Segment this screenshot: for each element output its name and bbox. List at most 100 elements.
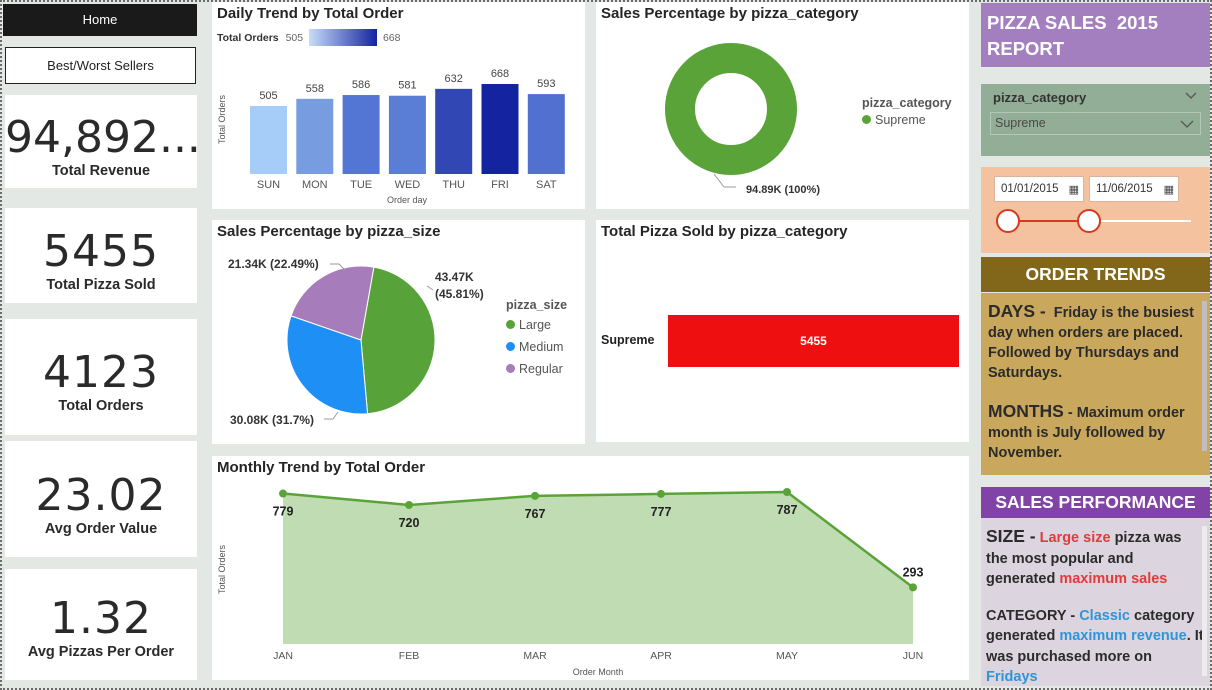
order-trends-text: DAYS - Friday is the busiest day when or… (981, 293, 1210, 475)
legend-item-label: Regular (519, 362, 563, 376)
months-paragraph: MONTHS - Maximum order month is July fol… (988, 401, 1203, 463)
size-pie-chart[interactable]: Sales Percentage by pizza_size 43.47K (4… (212, 220, 585, 444)
data-point-jun[interactable] (909, 583, 917, 592)
x-axis-label: Order day (387, 195, 428, 205)
bar-tue[interactable] (342, 95, 380, 174)
kpi-value: 23.02 (35, 470, 167, 521)
category-label: CATEGORY - (986, 607, 1076, 624)
donut-data-label: 94.89K (100%) (746, 184, 820, 196)
size-paragraph: SIZE - Large size pizza was the most pop… (986, 526, 1205, 590)
bar-data-label: 5455 (800, 334, 827, 348)
scrollbar[interactable] (1202, 301, 1207, 451)
legend-item-medium[interactable]: Medium (506, 340, 567, 354)
legend-dot-icon (862, 115, 871, 124)
kpi-label: Total Pizza Sold (46, 277, 156, 293)
bar-sat[interactable] (527, 94, 565, 174)
bar-data-label: 558 (306, 83, 324, 95)
legend-dot-icon (506, 320, 515, 329)
months-label: MONTHS (988, 401, 1064, 421)
legend-item-label: Supreme (875, 113, 926, 127)
slicer-title: pizza_category (993, 90, 1087, 105)
kpi-label: Avg Pizzas Per Order (27, 644, 175, 660)
data-point-apr[interactable] (657, 489, 665, 498)
kpi-label: Total Revenue (51, 163, 151, 179)
pie-legend: pizza_size Large Medium Regular (506, 298, 567, 376)
pie-label-regular: 21.34K (22.49%) (228, 257, 319, 271)
days-label: DAYS - (988, 301, 1046, 321)
kpi-value: 5455 (43, 226, 159, 277)
legend-title: pizza_size (506, 298, 568, 312)
pie-slice-large[interactable] (360, 266, 436, 415)
point-data-label: 720 (399, 516, 420, 530)
chart-title: Total Pizza Sold by pizza_category (601, 223, 848, 240)
data-point-may[interactable] (783, 488, 791, 496)
monthly-area-svg: Total Orders Order Month 779 JAN 720 FEB 767… (217, 488, 924, 677)
pie-label-large-pct: (45.81%) (435, 287, 484, 301)
bar-thu[interactable] (435, 88, 473, 174)
kpi-label: Total Orders (58, 398, 144, 414)
data-point-mar[interactable] (531, 491, 539, 500)
start-date-input[interactable]: 01/01/2015 ▦ (994, 176, 1084, 202)
sales-performance-heading: SALES PERFORMANCE (981, 487, 1210, 518)
bar-supreme[interactable]: 5455 (668, 315, 959, 367)
data-point-jan[interactable] (279, 489, 287, 498)
x-tick-label: THU (442, 179, 465, 191)
point-data-label: 777 (651, 505, 672, 519)
donut-slice-supreme[interactable] (665, 43, 797, 175)
bar-data-label: 668 (491, 68, 509, 80)
scrollbar[interactable] (1202, 526, 1207, 676)
bar-sun[interactable] (250, 105, 287, 174)
point-data-label: 779 (273, 505, 294, 519)
monthly-trend-chart[interactable]: Monthly Trend by Total Order Total Order… (212, 456, 969, 680)
days-paragraph: DAYS - Friday is the busiest day when or… (988, 301, 1203, 383)
end-date-input[interactable]: 11/06/2015 ▦ (1089, 176, 1179, 202)
x-tick-label: TUE (350, 179, 372, 191)
kpi-avg-pizzas-per-order: 1.32 Avg Pizzas Per Order (5, 569, 197, 680)
legend-item-large[interactable]: Large (506, 318, 567, 332)
leader-line (426, 285, 434, 291)
home-button[interactable]: Home (3, 4, 197, 36)
slicer-dropdown[interactable]: Supreme (990, 112, 1201, 135)
calendar-icon[interactable]: ▦ (1069, 183, 1079, 196)
leader-line (332, 411, 339, 420)
category-highlight: Classic (1079, 607, 1130, 624)
best-worst-sellers-button[interactable]: Best/Worst Sellers (5, 47, 196, 84)
point-data-label: 767 (525, 507, 546, 521)
data-point-feb[interactable] (405, 500, 413, 509)
slicer-selected-value: Supreme (995, 116, 1046, 130)
pie-label-large-value: 43.47K (435, 270, 474, 284)
x-tick-label: JAN (273, 650, 293, 662)
legend-item-regular[interactable]: Regular (506, 362, 567, 376)
y-axis-label: Total Orders (217, 544, 227, 594)
range-start-handle[interactable] (996, 209, 1020, 233)
x-tick-label: SUN (257, 179, 280, 191)
legend-item-supreme[interactable]: Supreme (862, 113, 952, 127)
end-date-value: 11/06/2015 (1096, 183, 1153, 195)
bar-fri[interactable] (481, 84, 519, 174)
point-data-label: 293 (903, 565, 924, 579)
start-date-value: 01/01/2015 (1001, 183, 1059, 195)
category-highlight2: maximum revenue (1059, 628, 1187, 644)
y-axis-label: Total Orders (217, 94, 227, 144)
daily-trend-chart[interactable]: Daily Trend by Total Order Total Orders … (212, 2, 585, 209)
report-title: PIZZA SALES 2015 REPORT (981, 3, 1210, 67)
x-tick-label: MON (302, 179, 328, 191)
bar-data-label: 632 (445, 73, 463, 85)
category-axis-label: Supreme (601, 333, 655, 347)
size-highlight: Large size (1039, 530, 1111, 546)
range-end-handle[interactable] (1077, 209, 1101, 233)
category-highlight3: Fridays (986, 669, 1038, 685)
size-label: SIZE - (986, 526, 1036, 546)
pie-label-medium: 30.08K (31.7%) (230, 413, 314, 427)
pizza-category-slicer[interactable]: pizza_category Supreme (981, 84, 1210, 156)
bar-mon[interactable] (296, 98, 334, 174)
date-range-slicer[interactable]: 01/01/2015 ▦ 11/06/2015 ▦ (981, 167, 1210, 253)
calendar-icon[interactable]: ▦ (1164, 183, 1174, 196)
bar-wed[interactable] (388, 95, 426, 174)
pizza-sold-by-category-chart[interactable]: Total Pizza Sold by pizza_category Supre… (596, 220, 969, 442)
category-donut-chart[interactable]: Sales Percentage by pizza_category 94.89… (596, 2, 969, 209)
x-tick-label: FEB (399, 650, 419, 662)
chevron-down-icon[interactable] (1185, 92, 1197, 100)
kpi-label: Avg Order Value (44, 521, 158, 537)
x-tick-label: APR (650, 650, 672, 662)
